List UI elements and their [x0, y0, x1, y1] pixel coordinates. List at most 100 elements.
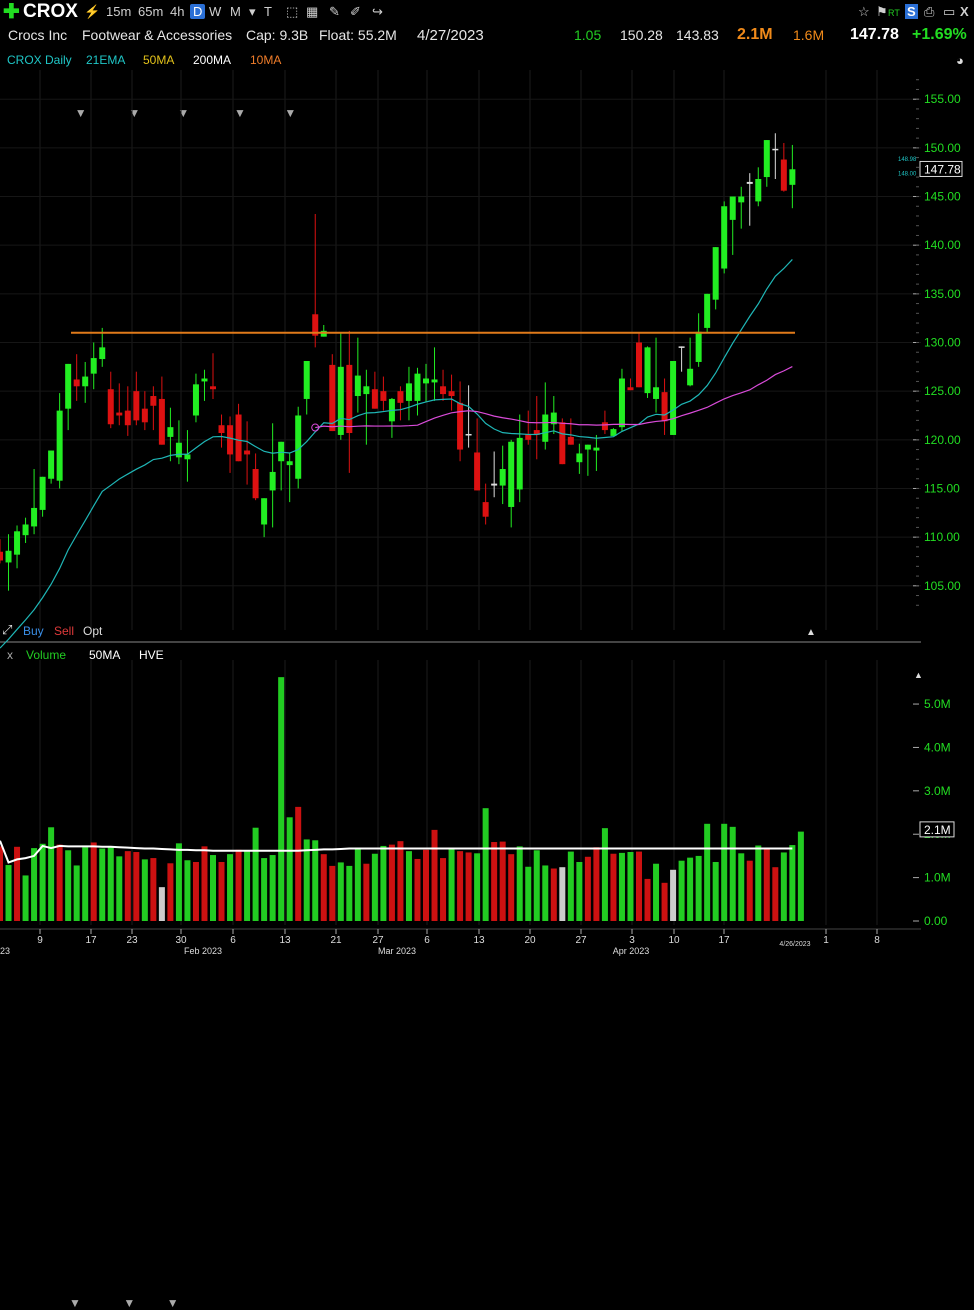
volume-bar — [235, 849, 242, 921]
volume-tick-label: 1.0M — [924, 871, 951, 885]
volume-bar — [184, 860, 191, 921]
candle-body — [167, 427, 174, 437]
candle-body — [73, 379, 80, 387]
volume-bar — [457, 851, 464, 921]
candle-body — [99, 347, 106, 360]
volume-bar — [465, 852, 472, 921]
candle-body — [559, 422, 566, 465]
buy-button[interactable]: Buy — [23, 624, 44, 638]
candle-body — [0, 551, 3, 561]
volume-bar — [158, 887, 165, 921]
volume-text: Volume — [26, 648, 67, 662]
volume-bar — [227, 854, 234, 921]
candle-body — [653, 387, 660, 399]
volume-bar — [755, 845, 762, 921]
candle-body — [423, 378, 429, 384]
candle-body — [269, 471, 276, 491]
volume-bar — [14, 846, 21, 921]
volume-bar — [423, 849, 429, 921]
date-tick-label: 17 — [718, 935, 730, 946]
volume-bar — [48, 827, 55, 921]
candle-body — [371, 389, 378, 409]
candle-body — [687, 368, 694, 386]
volume-bar — [31, 848, 38, 921]
date-tick-label: 13 — [279, 935, 291, 946]
candle-body — [593, 447, 600, 451]
price-tick-label: 125.00 — [924, 384, 961, 398]
candle-body — [431, 379, 438, 383]
last-volume-label: 2.1M — [924, 823, 951, 837]
volume-bar — [39, 843, 46, 921]
volume-bar — [712, 861, 719, 921]
collapse-arrow-icon[interactable]: ▲ — [806, 627, 816, 638]
close-volume-pane[interactable]: x — [7, 648, 13, 662]
options-button[interactable]: Opt — [83, 624, 102, 638]
candle-body — [235, 414, 242, 462]
volume-bar — [678, 860, 685, 921]
candle-body — [244, 450, 251, 455]
date-tick-label: 27 — [575, 935, 587, 946]
volume-bar — [363, 863, 370, 921]
volume-bar — [542, 865, 549, 921]
ema-mini-label: 148.98 — [898, 157, 917, 163]
date-tick-label: 8 — [874, 935, 880, 946]
volume-bar — [320, 854, 327, 921]
candle-body — [133, 391, 140, 421]
volume-bar — [644, 878, 651, 921]
volume-bar — [261, 858, 268, 921]
hve-label[interactable]: HVE ▼ — [139, 648, 179, 1310]
candle-body — [278, 441, 285, 462]
volume-bar — [141, 859, 148, 921]
volume-bar — [482, 808, 489, 921]
volume-bar — [312, 840, 319, 921]
volume-bar — [397, 841, 404, 921]
date-tick-label: 21 — [330, 935, 342, 946]
ema-mini-label: 148.00 — [898, 171, 917, 177]
candle-body — [184, 454, 191, 460]
volume-bar — [286, 817, 293, 921]
volume-bar — [721, 823, 728, 921]
candle-body — [286, 461, 293, 466]
candle-body — [346, 364, 353, 434]
volume-tick-label: 5.0M — [924, 697, 951, 711]
candle-body — [627, 387, 634, 391]
sell-button[interactable]: Sell — [54, 624, 74, 638]
volume-bar — [82, 847, 89, 921]
candle-body — [116, 412, 123, 416]
candle-body — [474, 452, 481, 491]
volume-ma-label[interactable]: 50MA ▼ — [89, 648, 135, 1310]
candle-body — [670, 360, 677, 435]
candle-body — [48, 450, 55, 479]
volume-bar — [704, 823, 711, 921]
volume-bar — [56, 844, 63, 921]
candle-body — [82, 376, 89, 387]
candle-body — [150, 396, 157, 406]
volume-bars — [0, 677, 804, 921]
candle-body — [201, 378, 208, 382]
candle-body — [567, 436, 574, 445]
fullscreen-icon[interactable]: ⤢ — [2, 622, 12, 638]
date-tick-label: 30 — [175, 935, 187, 946]
candle-body — [448, 391, 455, 397]
volume-bar — [22, 875, 29, 921]
date-tick-label: 6 — [424, 935, 430, 946]
volume-bar — [278, 677, 285, 921]
volume-bar — [0, 846, 3, 921]
candle-body — [414, 373, 421, 401]
volume-label[interactable]: Volume ▼ — [26, 648, 81, 1310]
candle-body — [192, 384, 199, 416]
candle-body — [704, 293, 711, 328]
volume-bar — [380, 845, 387, 921]
volume-bar — [653, 863, 660, 921]
candle-body — [175, 442, 182, 458]
date-tick-label: 13 — [473, 935, 485, 946]
hve-text: HVE — [139, 648, 164, 662]
volume-bar — [210, 855, 216, 921]
volume-bar — [354, 847, 361, 921]
volume-bar — [218, 861, 225, 921]
candle-body — [22, 524, 29, 536]
price-tick-label: 105.00 — [924, 579, 961, 593]
price-tick-label: 115.00 — [924, 481, 960, 495]
candle-body — [457, 402, 464, 450]
candle-body — [729, 196, 736, 220]
